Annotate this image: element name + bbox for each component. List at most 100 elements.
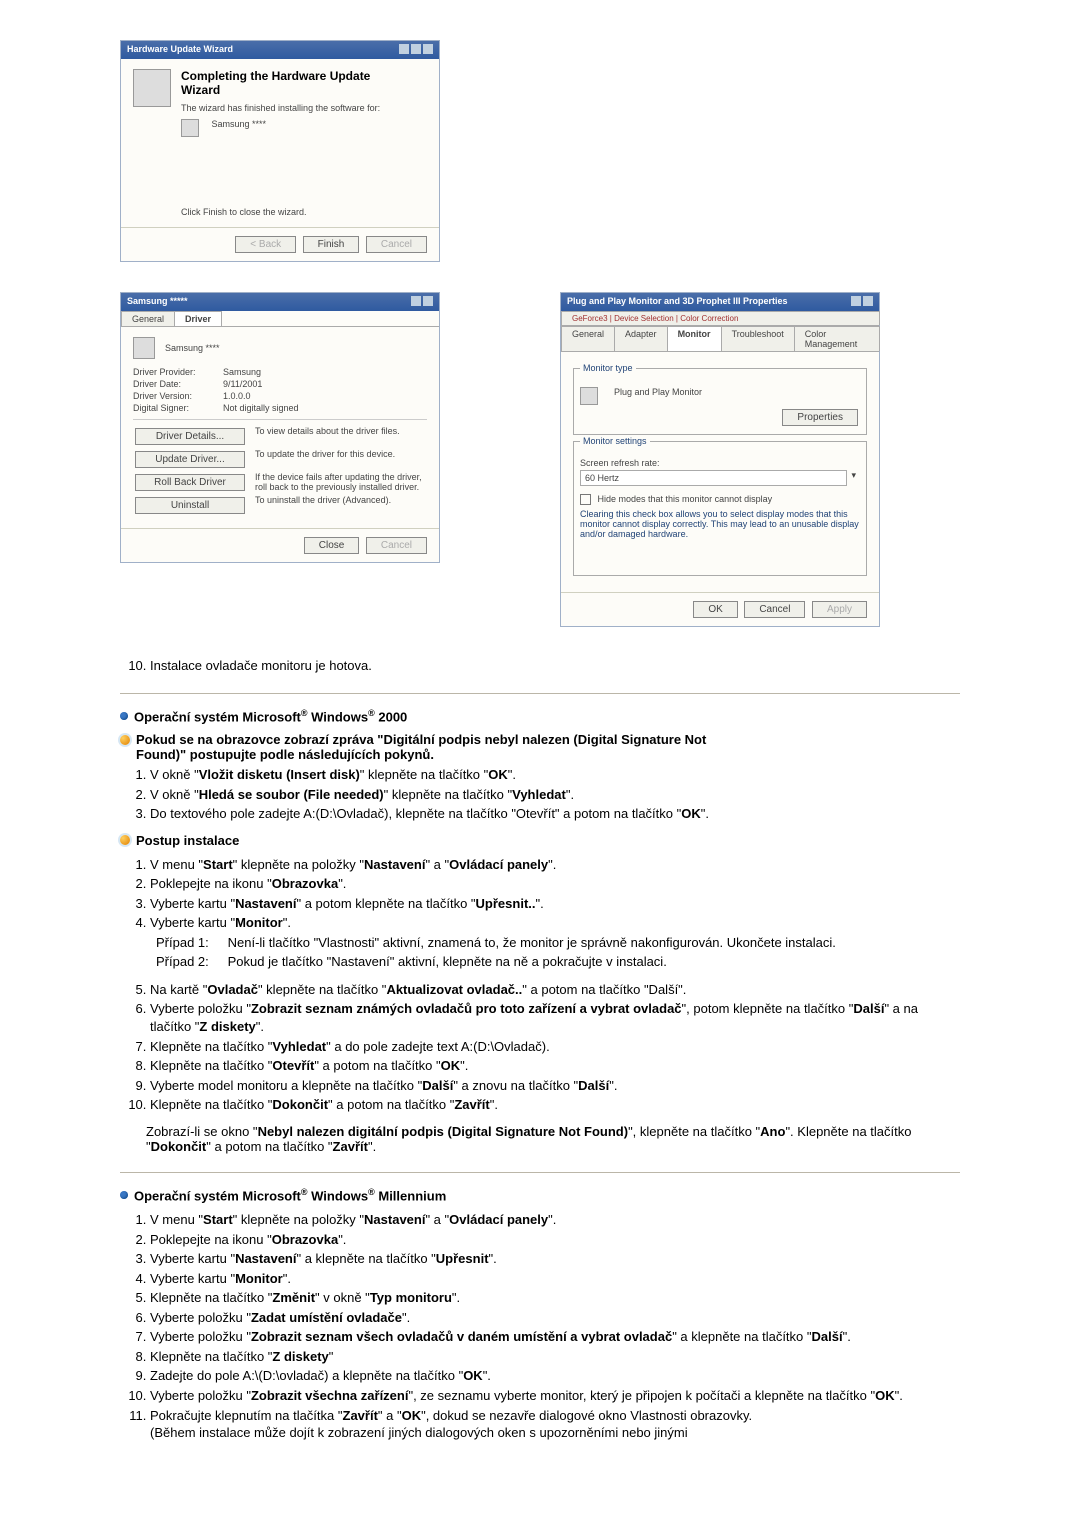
k-provider: Driver Provider: [133, 367, 223, 377]
uninstall-button[interactable]: Uninstall [135, 497, 245, 514]
monitor-settings-group: Monitor settings [580, 436, 650, 446]
monitor-type-group: Monitor type [580, 363, 636, 373]
wizard-titlebar: Hardware Update Wizard [121, 41, 439, 59]
case2-text: Pokud je tlačítko "Nastavení" aktivní, k… [224, 954, 667, 969]
tab-colormgmt[interactable]: Color Management [794, 326, 880, 351]
k-version: Driver Version: [133, 391, 223, 401]
monitor-icon-2 [580, 387, 598, 405]
wizard-line1: The wizard has finished installing the s… [181, 103, 427, 113]
me-8: Klepněte na tlačítko "Z diskety" [150, 1348, 960, 1366]
install-steps-1: V menu "Start" klepněte na položky "Nast… [120, 856, 960, 971]
step-10: Instalace ovladače monitoru je hotova. [150, 657, 960, 675]
winme-heading: Operační systém Microsoft® Windows® Mill… [120, 1187, 960, 1203]
tabs-row-top[interactable]: GeForce3 | Device Selection | Color Corr… [561, 311, 880, 325]
hide-modes-label: Hide modes that this monitor cannot disp… [598, 494, 773, 504]
inst-10: Klepněte na tlačítko "Dokončit" a potom … [150, 1096, 960, 1114]
monitor-properties-dialog: Plug and Play Monitor and 3D Prophet III… [560, 292, 880, 627]
close-button[interactable]: Close [304, 537, 360, 554]
win2000-h-a: Operační systém Microsoft [134, 709, 301, 724]
tab-adapter[interactable]: Adapter [614, 326, 668, 351]
note-icon [120, 735, 130, 745]
win2000-heading: Operační systém Microsoft® Windows® 2000 [120, 708, 960, 724]
tab-troubleshoot[interactable]: Troubleshoot [721, 326, 795, 351]
install-heading: Postup instalace [120, 833, 960, 848]
wizard-dialog: Hardware Update Wizard Completing the Ha… [120, 40, 440, 262]
tab-monitor[interactable]: Monitor [667, 326, 722, 351]
install-bullet-icon [120, 835, 130, 845]
inst-6: Vyberte položku "Zobrazit seznam známých… [150, 1000, 960, 1035]
properties-button[interactable]: Properties [782, 409, 858, 426]
me-2: Poklepejte na ikonu "Obrazovka". [150, 1231, 960, 1249]
wizard-line2: Click Finish to close the wizard. [181, 207, 427, 217]
wizard-button-row: < Back Finish Cancel [121, 227, 439, 261]
k-signer: Digital Signer: [133, 403, 223, 413]
monitor-props-title: Plug and Play Monitor and 3D Prophet III… [567, 296, 788, 308]
bullet-icon [120, 712, 128, 720]
case1-text: Není-li tlačítko "Vlastnosti" aktivní, z… [224, 935, 836, 950]
monitor-type-value: Plug and Play Monitor [608, 387, 860, 405]
me-4: Vyberte kartu "Monitor". [150, 1270, 960, 1288]
tab-general-2[interactable]: General [561, 326, 615, 351]
ok-button[interactable]: OK [693, 601, 737, 618]
hide-modes-checkbox[interactable] [580, 494, 591, 505]
me-10: Vyberte položku "Zobrazit všechna zaříze… [150, 1387, 960, 1405]
k-date: Driver Date: [133, 379, 223, 389]
inst-1: V menu "Start" klepněte na položky "Nast… [150, 856, 960, 874]
inst-4: Vyberte kartu "Monitor". Případ 1: Není-… [150, 914, 960, 971]
note-line2: Found)" postupujte podle následujících p… [136, 747, 434, 762]
sig-step-3: Do textového pole zadejte A:(D:\Ovladač)… [150, 805, 960, 823]
update-driver-text: To update the driver for this device. [247, 449, 427, 470]
winme-steps: V menu "Start" klepněte na položky "Nast… [120, 1211, 960, 1442]
separator-2 [120, 1172, 960, 1173]
tab-general[interactable]: General [121, 311, 175, 326]
hide-modes-desc: Clearing this check box allows you to se… [580, 509, 860, 539]
sig-step-1: V okně "Vložit disketu (Insert disk)" kl… [150, 766, 960, 784]
signature-followup: Zobrazí-li se okno "Nebyl nalezen digitá… [146, 1124, 960, 1154]
cancel-button-3[interactable]: Cancel [744, 601, 805, 618]
driver-props-title: Samsung ***** [127, 296, 188, 308]
me-11: Pokračujte klepnutím na tlačítka "Zavřít… [150, 1407, 960, 1442]
inst-9: Vyberte model monitoru a klepněte na tla… [150, 1077, 960, 1095]
back-button[interactable]: < Back [235, 236, 296, 253]
window-controls [397, 44, 433, 56]
cancel-button[interactable]: Cancel [366, 236, 427, 253]
cancel-button-2[interactable]: Cancel [366, 537, 427, 554]
inst-5: Na kartě "Ovladač" klepněte na tlačítko … [150, 981, 960, 999]
chevron-down-icon[interactable]: ▾ [847, 470, 860, 486]
case2-label: Případ 2: [156, 953, 224, 971]
signature-note-steps: V okně "Vložit disketu (Insert disk)" kl… [120, 766, 960, 823]
tab-driver[interactable]: Driver [174, 311, 222, 326]
inst-8: Klepněte na tlačítko "Otevřít" a potom n… [150, 1057, 960, 1075]
me-11-paren: (Během instalace může dojít k zobrazení … [150, 1425, 688, 1440]
update-driver-button[interactable]: Update Driver... [135, 451, 245, 468]
monitor-mini-icon [181, 119, 199, 137]
me-7: Vyberte položku "Zobrazit seznam všech o… [150, 1328, 960, 1346]
v-date: 9/11/2001 [223, 379, 262, 389]
case1-label: Případ 1: [156, 934, 224, 952]
winme-h-c: Millennium [378, 1188, 446, 1203]
apply-button[interactable]: Apply [812, 601, 867, 618]
inst-7: Klepněte na tlačítko "Vyhledat" a do pol… [150, 1038, 960, 1056]
me-9: Zadejte do pole A:\(D:\ovladač) a klepně… [150, 1367, 960, 1385]
v-version: 1.0.0.0 [223, 391, 251, 401]
separator-1 [120, 693, 960, 694]
finish-button[interactable]: Finish [303, 236, 360, 253]
inst-3: Vyberte kartu "Nastavení" a potom klepně… [150, 895, 960, 913]
driver-properties-dialog: Samsung ***** General Driver Samsung ***… [120, 292, 440, 563]
wizard-heading: Completing the Hardware Update Wizard [181, 69, 381, 97]
install-steps-2: Na kartě "Ovladač" klepněte na tlačítko … [120, 981, 960, 1114]
v-signer: Not digitally signed [223, 403, 299, 413]
driver-device-name: Samsung **** [165, 343, 220, 353]
inst-2: Poklepejte na ikonu "Obrazovka". [150, 875, 960, 893]
me-6: Vyberte položku "Zadat umístění ovladače… [150, 1309, 960, 1327]
signature-note-block: Pokud se na obrazovce zobrazí zpráva "Di… [120, 732, 960, 762]
rollback-driver-button[interactable]: Roll Back Driver [135, 474, 245, 491]
me-1: V menu "Start" klepněte na položky "Nast… [150, 1211, 960, 1229]
wizard-icon [133, 69, 171, 107]
driver-details-button[interactable]: Driver Details... [135, 428, 245, 445]
v-provider: Samsung [223, 367, 261, 377]
win2000-h-b: Windows [311, 709, 368, 724]
refresh-rate-select[interactable]: 60 Hertz [580, 470, 847, 486]
install-heading-text: Postup instalace [136, 833, 239, 848]
me-3: Vyberte kartu "Nastavení" a klepněte na … [150, 1250, 960, 1268]
